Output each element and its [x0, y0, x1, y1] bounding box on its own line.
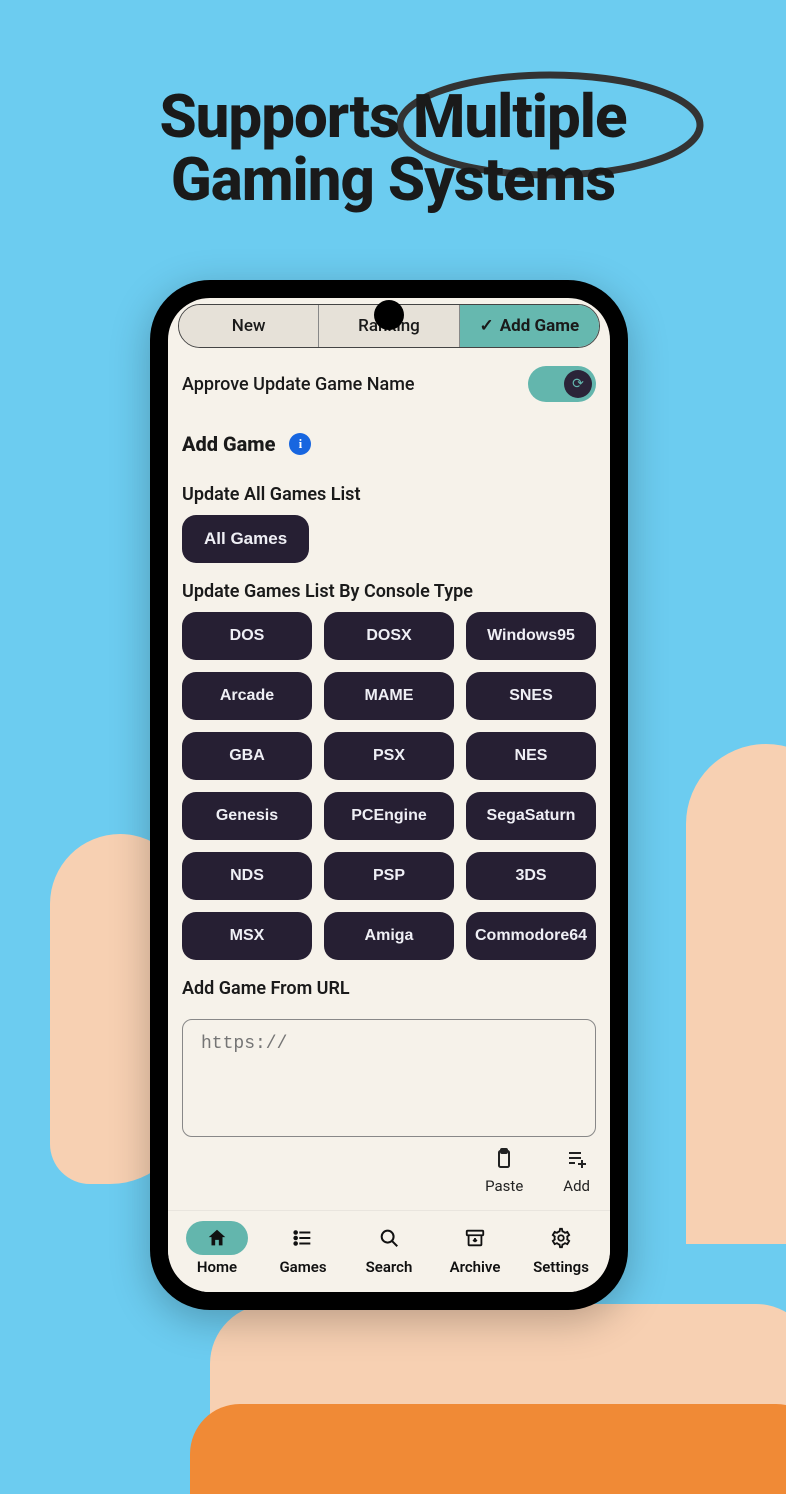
console-button-commodore64[interactable]: Commodore64: [466, 912, 596, 960]
console-label: MSX: [230, 927, 265, 945]
nav-label: Archive: [450, 1258, 501, 1276]
bottom-nav: Home Games Search Archive Settings: [168, 1210, 610, 1292]
tab-label: New: [232, 316, 266, 336]
console-label: DOSX: [366, 627, 411, 645]
refresh-icon: ⟳: [564, 370, 592, 398]
list-icon: [272, 1221, 334, 1255]
all-games-button[interactable]: All Games: [182, 515, 309, 563]
tab-label: Add Game: [500, 316, 579, 336]
console-button-nes[interactable]: NES: [466, 732, 596, 780]
console-label: PCEngine: [351, 807, 427, 825]
console-label: Windows95: [487, 627, 575, 645]
console-button-dos[interactable]: DOS: [182, 612, 312, 660]
marketing-headline: Supports Multiple Gaming Systems: [0, 85, 786, 211]
nav-label: Games: [279, 1258, 326, 1276]
console-label: Amiga: [365, 927, 414, 945]
console-label: NES: [515, 747, 548, 765]
console-button-genesis[interactable]: Genesis: [182, 792, 312, 840]
headline-line-2: Gaming Systems: [0, 148, 786, 211]
phone-camera-dot: [374, 300, 404, 330]
console-button-psx[interactable]: PSX: [324, 732, 454, 780]
update-by-console-header: Update Games List By Console Type: [182, 581, 596, 602]
console-button-dosx[interactable]: DOSX: [324, 612, 454, 660]
update-all-header: Update All Games List: [182, 484, 596, 505]
console-button-pcengine[interactable]: PCEngine: [324, 792, 454, 840]
approve-toggle[interactable]: ⟳: [528, 366, 596, 402]
add-from-url-header: Add Game From URL: [182, 978, 596, 999]
console-label: Commodore64: [475, 927, 587, 945]
add-game-section-title: Add Game i: [182, 432, 596, 456]
playlist-add-icon: [565, 1147, 589, 1175]
app-screen: New Ranking ✓ Add Game Approve Update Ga…: [168, 298, 610, 1292]
console-button-arcade[interactable]: Arcade: [182, 672, 312, 720]
nav-label: Settings: [533, 1258, 589, 1276]
console-button-amiga[interactable]: Amiga: [324, 912, 454, 960]
console-button-snes[interactable]: SNES: [466, 672, 596, 720]
approve-row: Approve Update Game Name ⟳: [182, 366, 596, 402]
console-label: MAME: [365, 687, 414, 705]
nav-home[interactable]: Home: [179, 1221, 255, 1276]
nav-settings[interactable]: Settings: [523, 1221, 599, 1276]
paste-button[interactable]: Paste: [485, 1147, 523, 1195]
nav-label: Search: [366, 1258, 413, 1276]
nav-games[interactable]: Games: [265, 1221, 341, 1276]
console-label: SNES: [509, 687, 553, 705]
console-button-windows95[interactable]: Windows95: [466, 612, 596, 660]
console-label: PSX: [373, 747, 405, 765]
console-label: SegaSaturn: [487, 807, 576, 825]
console-button-msx[interactable]: MSX: [182, 912, 312, 960]
console-button-segasaturn[interactable]: SegaSaturn: [466, 792, 596, 840]
content-area: Approve Update Game Name ⟳ Add Game i Up…: [168, 356, 610, 1210]
clipboard-icon: [492, 1147, 516, 1175]
url-input[interactable]: [182, 1019, 596, 1137]
paste-label: Paste: [485, 1177, 523, 1195]
console-button-3ds[interactable]: 3DS: [466, 852, 596, 900]
headline-line-1: Supports Multiple: [0, 85, 786, 148]
console-label: GBA: [229, 747, 265, 765]
search-icon: [358, 1221, 420, 1255]
approve-label: Approve Update Game Name: [182, 374, 415, 395]
add-game-title: Add Game: [182, 432, 275, 456]
archive-icon: [444, 1221, 506, 1255]
add-label: Add: [563, 1177, 590, 1195]
console-label: NDS: [230, 867, 264, 885]
nav-archive[interactable]: Archive: [437, 1221, 513, 1276]
console-button-mame[interactable]: MAME: [324, 672, 454, 720]
tab-add-game[interactable]: ✓ Add Game: [460, 305, 599, 347]
add-url-button[interactable]: Add: [563, 1147, 590, 1195]
console-label: DOS: [230, 627, 265, 645]
nav-label: Home: [197, 1258, 237, 1276]
url-actions: Paste Add: [182, 1147, 596, 1195]
console-label: Genesis: [216, 807, 278, 825]
info-icon[interactable]: i: [289, 433, 311, 455]
home-icon: [186, 1221, 248, 1255]
console-label: Arcade: [220, 687, 274, 705]
nav-search[interactable]: Search: [351, 1221, 427, 1276]
check-icon: ✓: [480, 316, 494, 336]
console-grid: DOS DOSX Windows95 Arcade MAME SNES GBA PSX NES G…: [182, 612, 596, 960]
settings-icon: [530, 1221, 592, 1255]
console-label: PSP: [373, 867, 405, 885]
all-games-label: All Games: [204, 529, 287, 549]
phone-frame: New Ranking ✓ Add Game Approve Update Ga…: [150, 280, 628, 1310]
console-button-psp[interactable]: PSP: [324, 852, 454, 900]
console-button-gba[interactable]: GBA: [182, 732, 312, 780]
console-label: 3DS: [515, 867, 546, 885]
console-button-nds[interactable]: NDS: [182, 852, 312, 900]
tab-new[interactable]: New: [179, 305, 319, 347]
